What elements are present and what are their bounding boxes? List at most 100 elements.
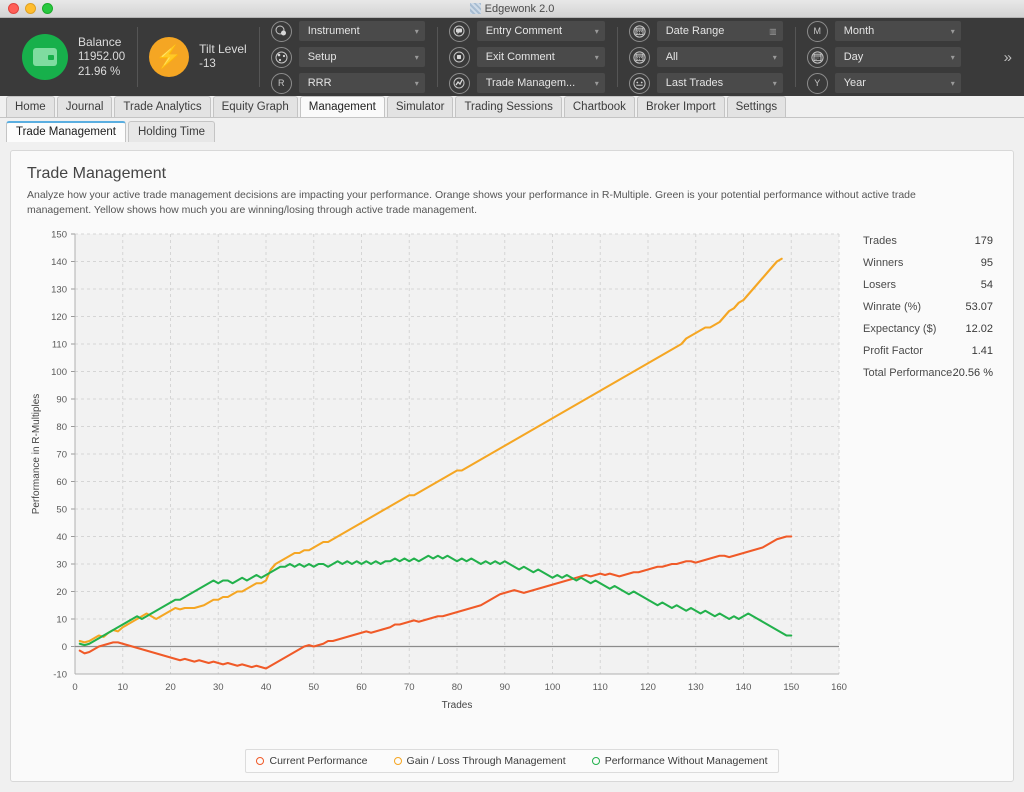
chevron-down-icon: ▾ xyxy=(951,27,955,36)
x-tick-label: 90 xyxy=(499,682,510,693)
stat-value: 95 xyxy=(981,257,993,269)
balance-percent: 21.96 % xyxy=(78,65,125,80)
y-tick-label: 60 xyxy=(56,477,67,488)
tilt-group: ⚡ Tilt Level -13 xyxy=(137,18,259,96)
x-tick-label: 20 xyxy=(165,682,176,693)
chevron-down-icon: ▾ xyxy=(773,79,777,88)
year-select-value: Year xyxy=(844,77,866,89)
y-tick-label: 20 xyxy=(56,587,67,598)
stat-label: Losers xyxy=(863,279,896,291)
stat-label: Profit Factor xyxy=(863,345,923,357)
y-tick-label: 150 xyxy=(51,230,67,241)
filter-row-setup: Setup ▾ xyxy=(271,47,425,68)
content-area: Trade Management Analyze how your active… xyxy=(0,142,1024,792)
y-tick-label: 70 xyxy=(56,450,67,461)
window-title-text: Edgewonk 2.0 xyxy=(485,3,555,15)
balance-label: Balance xyxy=(78,35,125,50)
stat-label: Expectancy ($) xyxy=(863,323,936,335)
stat-label: Winners xyxy=(863,257,903,269)
chevron-down-icon: ▾ xyxy=(773,53,777,62)
x-tick-label: 100 xyxy=(545,682,561,693)
x-tick-label: 110 xyxy=(593,682,608,693)
filter-row-last-trades: Last Trades ▾ xyxy=(629,73,783,94)
filter-row-year: Y Year ▾ xyxy=(807,73,961,94)
app-window: Edgewonk 2.0 Balance 11952.00 21.96 % ⚡ … xyxy=(0,0,1024,792)
toolbar-spacer: » xyxy=(973,18,1024,96)
expand-toolbar-button[interactable]: » xyxy=(1004,49,1010,66)
tab-simulator[interactable]: Simulator xyxy=(387,96,454,117)
tab-trade-analytics[interactable]: Trade Analytics xyxy=(114,96,210,117)
y-tick-label: 140 xyxy=(51,257,67,268)
trade-management-chart: 0102030405060708090100110120130140150-10… xyxy=(27,226,847,716)
tab-journal[interactable]: Journal xyxy=(57,96,113,117)
month-select-value: Month xyxy=(844,25,875,37)
tab-settings[interactable]: Settings xyxy=(727,96,787,117)
tab-broker-import[interactable]: Broker Import xyxy=(637,96,725,117)
filter-group-3: Date Range ▥ All ▾ xyxy=(617,18,795,96)
y-tick-label: 90 xyxy=(56,395,67,406)
tab-chartbook[interactable]: Chartbook xyxy=(564,96,635,117)
year-select[interactable]: Year ▾ xyxy=(835,73,961,93)
tab-equity-graph[interactable]: Equity Graph xyxy=(213,96,298,117)
bolt-icon: ⚡ xyxy=(149,37,189,77)
day-select[interactable]: Day ▾ xyxy=(835,47,961,67)
chevron-down-icon: ▾ xyxy=(415,27,419,36)
filter-row-all: All ▾ xyxy=(629,47,783,68)
filter-row-day: Day ▾ xyxy=(807,47,961,68)
x-tick-label: 80 xyxy=(452,682,463,693)
legend-label: Performance Without Management xyxy=(605,755,768,767)
last-trades-select[interactable]: Last Trades ▾ xyxy=(657,73,783,93)
stat-row: Losers54 xyxy=(857,274,997,296)
legend-item[interactable]: Current Performance xyxy=(256,755,367,767)
instrument-select[interactable]: Instrument ▾ xyxy=(299,21,425,41)
filter-row-exit-comment: Exit Comment ▾ xyxy=(449,47,605,68)
y-tick-label: 130 xyxy=(51,285,67,296)
stat-row: Expectancy ($) 12.02 xyxy=(857,318,997,340)
filter-group-2: Entry Comment ▾ Exit Comment ▾ xyxy=(437,18,617,96)
stat-label: Trades xyxy=(863,235,897,247)
stat-row: Profit Factor1.41 xyxy=(857,340,997,362)
exit-comment-select[interactable]: Exit Comment ▾ xyxy=(477,47,605,67)
legend-item[interactable]: Gain / Loss Through Management xyxy=(394,755,566,767)
x-tick-label: 70 xyxy=(404,682,415,693)
x-tick-label: 160 xyxy=(831,682,847,693)
chart-legend: Current Performance Gain / Loss Through M… xyxy=(27,749,997,773)
tab-home[interactable]: Home xyxy=(6,96,55,117)
chart-and-stats: 0102030405060708090100110120130140150-10… xyxy=(27,226,997,747)
subtab-trade-management[interactable]: Trade Management xyxy=(6,121,126,142)
entry-comment-select[interactable]: Entry Comment ▾ xyxy=(477,21,605,41)
balance-group: Balance 11952.00 21.96 % xyxy=(0,18,137,96)
calendar-icon xyxy=(629,21,650,42)
setup-select-value: Setup xyxy=(308,51,337,63)
date-range-select[interactable]: Date Range ▥ xyxy=(657,21,783,41)
trade-management-select[interactable]: Trade Managem... ▾ xyxy=(477,73,605,93)
setup-select[interactable]: Setup ▾ xyxy=(299,47,425,67)
calendar-icon xyxy=(629,47,650,68)
subtab-holding-time[interactable]: Holding Time xyxy=(128,121,215,142)
filter-group-4: M Month ▾ Day ▾ Y xyxy=(795,18,973,96)
all-select-value: All xyxy=(666,51,678,63)
rrr-select[interactable]: RRR ▾ xyxy=(299,73,425,93)
filter-row-rrr: R RRR ▾ xyxy=(271,73,425,94)
stat-row: Total Performance20.56 % xyxy=(857,362,997,384)
tab-management[interactable]: Management xyxy=(300,96,385,117)
setup-icon xyxy=(271,47,292,68)
x-tick-label: 30 xyxy=(213,682,224,693)
x-tick-label: 60 xyxy=(356,682,367,693)
instrument-select-value: Instrument xyxy=(308,25,360,37)
x-tick-label: 10 xyxy=(117,682,128,693)
month-select[interactable]: Month ▾ xyxy=(835,21,961,41)
legend-item[interactable]: Performance Without Management xyxy=(592,755,768,767)
legend-marker-icon xyxy=(256,757,264,765)
trade-management-icon xyxy=(449,73,470,94)
trade-management-card: Trade Management Analyze how your active… xyxy=(10,150,1014,782)
stat-row: Winrate (%)53.07 xyxy=(857,296,997,318)
tab-trading-sessions[interactable]: Trading Sessions xyxy=(455,96,561,117)
day-icon xyxy=(807,47,828,68)
window-title: Edgewonk 2.0 xyxy=(0,3,1024,15)
stat-value: 12.02 xyxy=(965,323,993,335)
y-tick-label: 110 xyxy=(52,340,67,351)
date-range-select-value: Date Range xyxy=(666,25,725,37)
toolbar: Balance 11952.00 21.96 % ⚡ Tilt Level -1… xyxy=(0,18,1024,96)
all-select[interactable]: All ▾ xyxy=(657,47,783,67)
